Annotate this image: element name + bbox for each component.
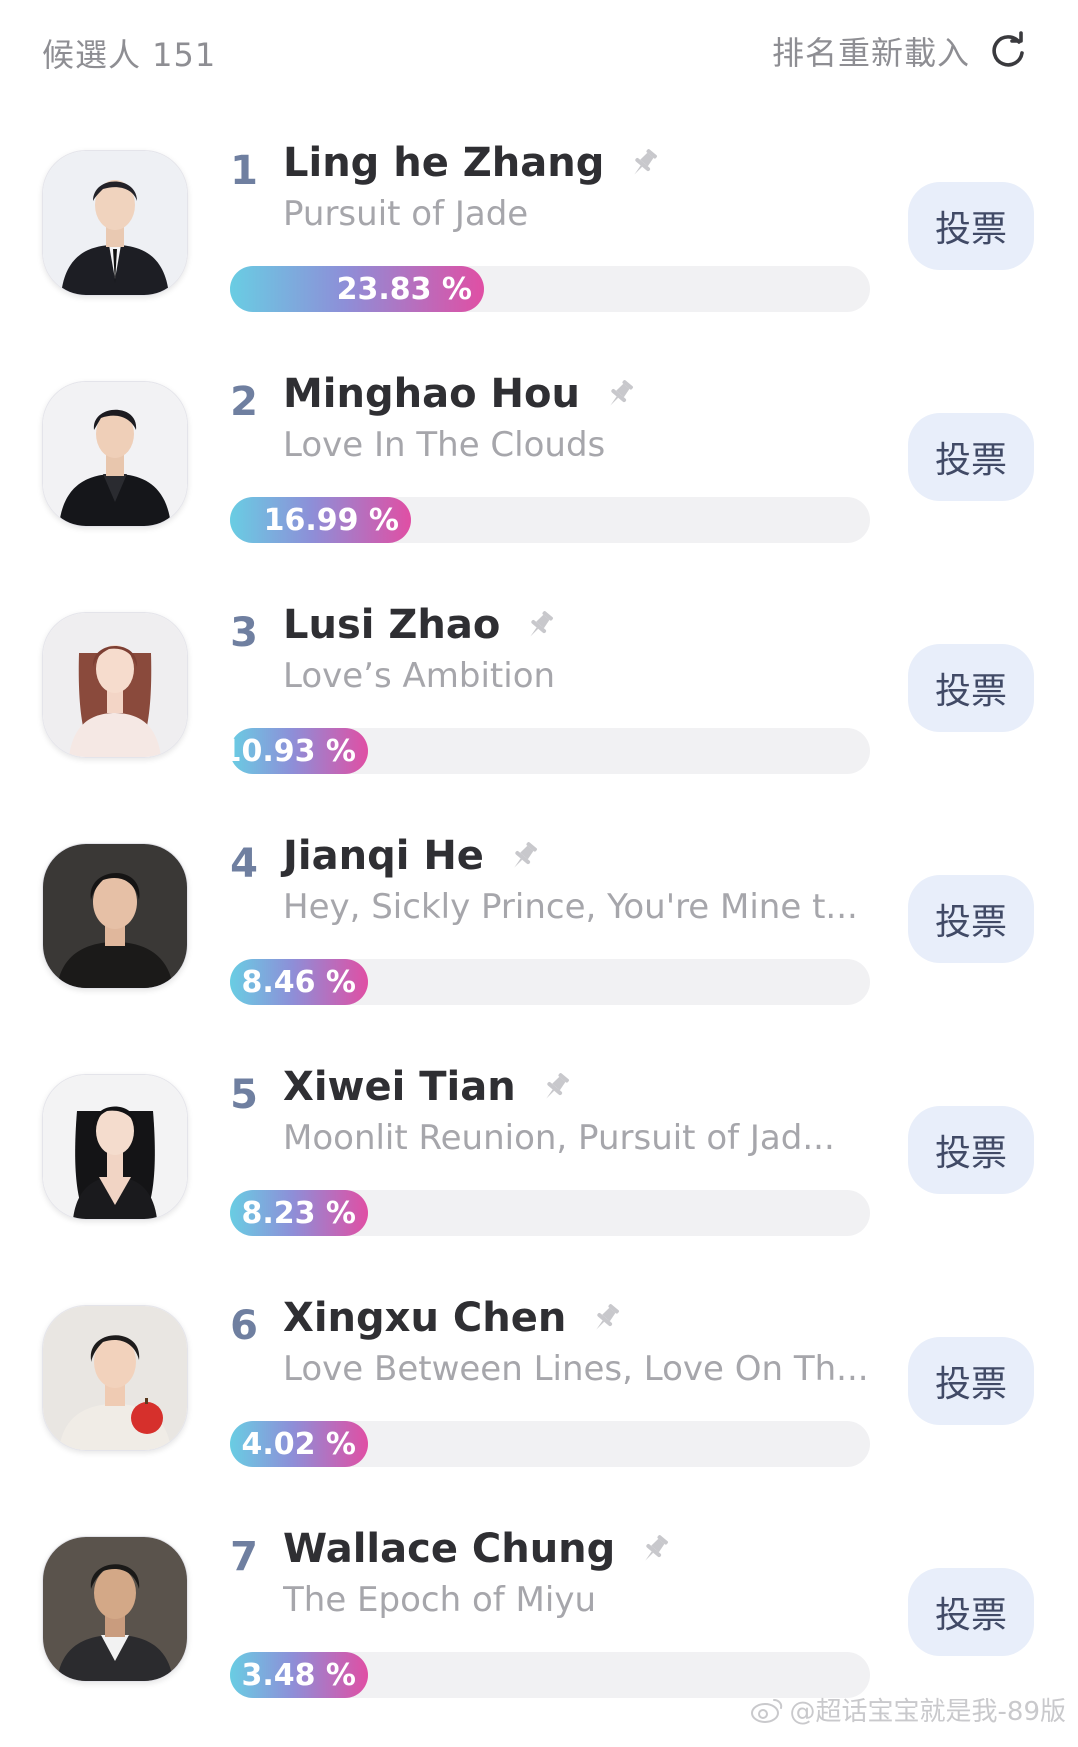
vote-button[interactable]: 投票 <box>908 1337 1034 1425</box>
candidate-name[interactable]: Xingxu Chen <box>283 1295 566 1341</box>
rank-number: 4 <box>230 841 258 887</box>
header: 候選人 151 排名重新載入 <box>0 0 1078 100</box>
vote-share-bar: 8.23 % <box>230 1190 870 1236</box>
candidate-works: Hey, Sickly Prince, You're Mine t... <box>283 887 858 927</box>
weibo-icon <box>750 1698 782 1723</box>
candidate-works: Moonlit Reunion, Pursuit of Jad... <box>283 1118 835 1158</box>
watermark: @超话宝宝就是我-89版 <box>750 1691 1066 1728</box>
pin-icon[interactable] <box>637 1531 673 1567</box>
avatar-portrait <box>43 151 187 295</box>
rank-number: 5 <box>230 1072 258 1118</box>
vote-share-percent: 8.23 % <box>241 1195 356 1231</box>
candidate-count: 候選人 151 <box>42 36 217 74</box>
avatar[interactable] <box>42 150 188 296</box>
vote-button[interactable]: 投票 <box>908 644 1034 732</box>
candidate-works: Pursuit of Jade <box>283 194 529 234</box>
rank-number: 2 <box>230 379 258 425</box>
candidate-name[interactable]: Minghao Hou <box>283 371 580 417</box>
vote-share-percent: 3.48 % <box>241 1657 356 1693</box>
vote-share-fill: 10.93 % <box>221 728 368 774</box>
rank-number: 3 <box>230 610 258 656</box>
vote-share-bar: 10.93 % <box>221 728 870 774</box>
candidate-row: 4 Jianqi He Hey, Sickly Prince, You're M… <box>0 823 1078 1054</box>
candidate-row: 1 Ling he Zhang Pursuit of Jade 23.83 % … <box>0 130 1078 361</box>
rank-number: 6 <box>230 1303 258 1349</box>
avatar[interactable] <box>42 612 188 758</box>
candidate-name[interactable]: Lusi Zhao <box>283 602 500 648</box>
vote-button[interactable]: 投票 <box>908 875 1034 963</box>
refresh-icon[interactable] <box>988 31 1028 71</box>
name-line: Ling he Zhang <box>283 140 662 186</box>
pin-icon[interactable] <box>538 1069 574 1105</box>
pin-icon[interactable] <box>506 838 542 874</box>
candidate-name[interactable]: Ling he Zhang <box>283 140 604 186</box>
vote-share-percent: 23.83 % <box>336 271 472 307</box>
vote-button[interactable]: 投票 <box>908 1106 1034 1194</box>
name-line: Wallace Chung <box>283 1526 673 1572</box>
avatar-portrait <box>43 613 187 757</box>
name-line: Minghao Hou <box>283 371 638 417</box>
pin-icon[interactable] <box>522 607 558 643</box>
vote-share-fill: 16.99 % <box>230 497 411 543</box>
vote-share-percent: 10.93 % <box>220 733 356 769</box>
avatar-portrait <box>43 844 187 988</box>
candidate-row: 6 Xingxu Chen Love Between Lines, Love O… <box>0 1285 1078 1516</box>
avatar[interactable] <box>42 1074 188 1220</box>
candidate-name[interactable]: Wallace Chung <box>283 1526 615 1572</box>
avatar-portrait <box>43 1306 187 1450</box>
candidate-name[interactable]: Xiwei Tian <box>283 1064 516 1110</box>
vote-share-percent: 16.99 % <box>263 502 399 538</box>
vote-share-fill: 8.23 % <box>230 1190 368 1236</box>
name-line: Lusi Zhao <box>283 602 558 648</box>
candidate-row: 5 Xiwei Tian Moonlit Reunion, Pursuit of… <box>0 1054 1078 1285</box>
name-line: Jianqi He <box>283 833 542 879</box>
candidate-works: Love In The Clouds <box>283 425 606 465</box>
candidate-name[interactable]: Jianqi He <box>283 833 484 879</box>
name-line: Xiwei Tian <box>283 1064 574 1110</box>
avatar[interactable] <box>42 381 188 527</box>
reload-ranking-button[interactable]: 排名重新載入 <box>772 28 1028 74</box>
reload-ranking-label: 排名重新載入 <box>771 34 970 72</box>
vote-share-percent: 8.46 % <box>241 964 356 1000</box>
pin-icon[interactable] <box>626 145 662 181</box>
vote-button[interactable]: 投票 <box>908 1568 1034 1656</box>
name-line: Xingxu Chen <box>283 1295 624 1341</box>
vote-share-percent: 4.02 % <box>241 1426 356 1462</box>
vote-share-bar: 16.99 % <box>230 497 870 543</box>
avatar-portrait <box>43 382 187 526</box>
vote-share-fill: 3.48 % <box>230 1652 368 1698</box>
candidate-list: 1 Ling he Zhang Pursuit of Jade 23.83 % … <box>0 130 1078 1747</box>
vote-share-bar: 8.46 % <box>230 959 870 1005</box>
pin-icon[interactable] <box>602 376 638 412</box>
vote-button[interactable]: 投票 <box>908 182 1034 270</box>
avatar[interactable] <box>42 1305 188 1451</box>
vote-share-fill: 23.83 % <box>230 266 484 312</box>
candidate-works: Love’s Ambition <box>283 656 556 696</box>
candidate-works: The Epoch of Miyu <box>283 1580 596 1620</box>
vote-share-fill: 4.02 % <box>230 1421 368 1467</box>
avatar-portrait <box>43 1075 187 1219</box>
vote-share-fill: 8.46 % <box>230 959 368 1005</box>
avatar[interactable] <box>42 1536 188 1682</box>
pin-icon[interactable] <box>588 1300 624 1336</box>
candidate-row: 2 Minghao Hou Love In The Clouds 16.99 %… <box>0 361 1078 592</box>
avatar-portrait <box>43 1537 187 1681</box>
watermark-text: @超话宝宝就是我-89版 <box>789 1697 1066 1727</box>
vote-share-bar: 4.02 % <box>230 1421 870 1467</box>
vote-button[interactable]: 投票 <box>908 413 1034 501</box>
candidate-works: Love Between Lines, Love On Th... <box>283 1349 869 1389</box>
rank-number: 1 <box>230 148 258 194</box>
avatar[interactable] <box>42 843 188 989</box>
candidate-row: 3 Lusi Zhao Love’s Ambition 10.93 % 投票 <box>0 592 1078 823</box>
rank-number: 7 <box>230 1534 258 1580</box>
vote-share-bar: 23.83 % <box>230 266 870 312</box>
